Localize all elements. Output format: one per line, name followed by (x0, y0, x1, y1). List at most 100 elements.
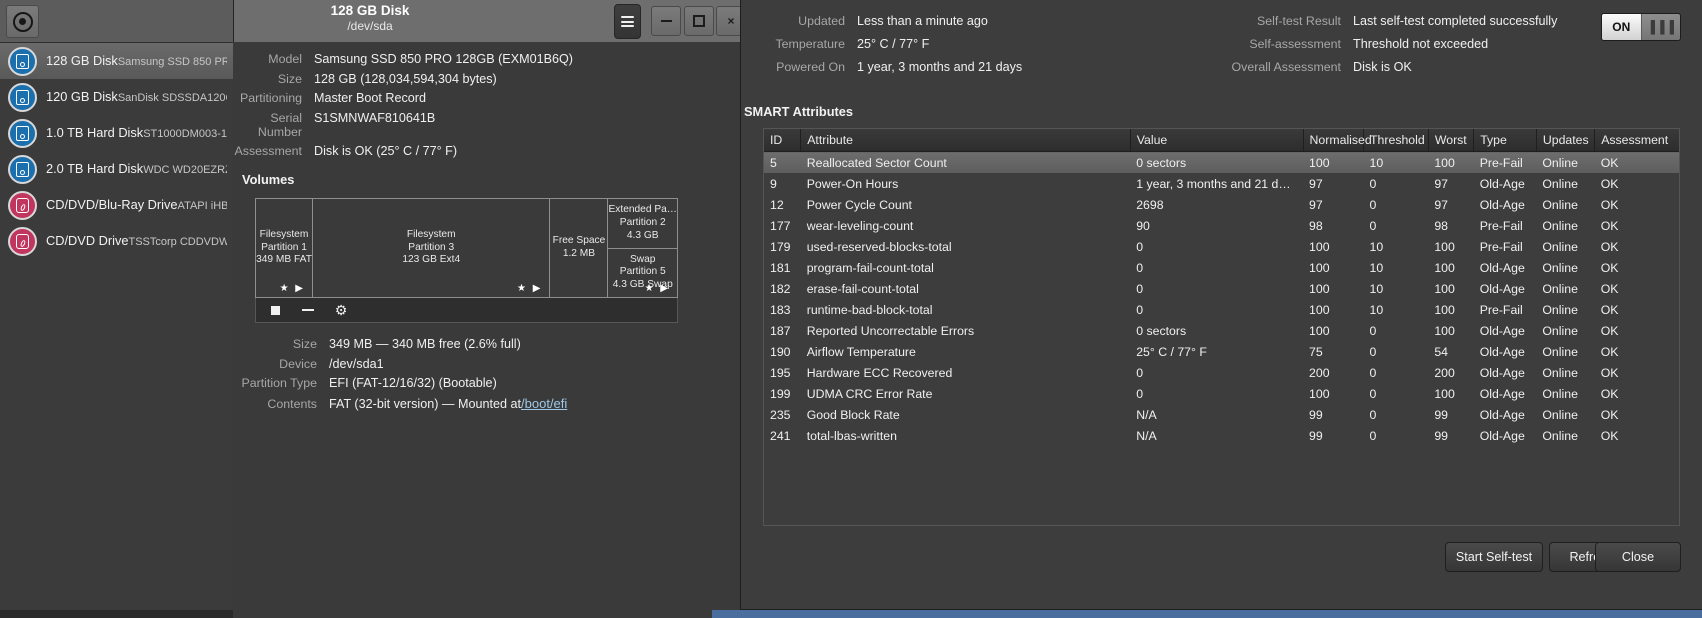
partition-segment[interactable]: SwapPartition 54.3 GB Swap★ ▶ (608, 249, 677, 298)
column-header[interactable]: Assessment (1595, 129, 1679, 152)
table-row[interactable]: 183runtime-bad-block-total010010100Pre-F… (764, 299, 1679, 320)
disks-app-icon[interactable] (6, 5, 39, 38)
cell-assessment: OK (1595, 299, 1679, 320)
disk-list-item[interactable]: CD/DVD DriveTSSTcorp CDDVDW SH-224DB (0, 223, 233, 259)
table-row[interactable]: 187Reported Uncorrectable Errors0 sector… (764, 320, 1679, 341)
column-header[interactable]: Worst (1428, 129, 1473, 152)
cell-assessment: OK (1595, 257, 1679, 278)
cell-id: 199 (764, 383, 801, 404)
column-header[interactable]: Updates (1536, 129, 1594, 152)
table-row[interactable]: 199UDMA CRC Error Rate01000100Old-AgeOnl… (764, 383, 1679, 404)
cell-threshold: 10 (1364, 236, 1429, 257)
property-label: Size (233, 337, 329, 351)
cell-attribute: Power Cycle Count (801, 194, 1130, 215)
table-row[interactable]: 195Hardware ECC Recovered02000200Old-Age… (764, 362, 1679, 383)
hamburger-menu-icon[interactable] (614, 4, 641, 39)
partition-property-row: ContentsFAT (32-bit version) — Mounted a… (233, 396, 740, 411)
partition-label: Extended Pa…Partition 24.3 GB (608, 204, 677, 242)
cell-type: Old-Age (1474, 278, 1537, 299)
cell-updates: Online (1536, 404, 1594, 425)
smart-summary-label: Powered On (741, 60, 857, 74)
property-label: Assessment (233, 144, 314, 158)
table-row[interactable]: 9Power-On Hours1 year, 3 months and 21 d… (764, 173, 1679, 194)
column-header[interactable]: Attribute (801, 129, 1130, 152)
delete-partition-button[interactable] (300, 302, 316, 318)
column-header[interactable]: Type (1474, 129, 1537, 152)
cell-id: 12 (764, 194, 801, 215)
cell-attribute: Power-On Hours (801, 173, 1130, 194)
table-row[interactable]: 179used-reserved-blocks-total010010100Pr… (764, 236, 1679, 257)
column-header[interactable]: Normalised (1303, 129, 1363, 152)
cell-updates: Online (1536, 236, 1594, 257)
cell-worst: 99 (1428, 425, 1473, 446)
cell-worst: 54 (1428, 341, 1473, 362)
disk-list-item[interactable]: 2.0 TB Hard DiskWDC WD20EZRZ-00Z5HB0 (0, 151, 233, 187)
cell-attribute: program-fail-count-total (801, 257, 1130, 278)
cell-threshold: 10 (1364, 278, 1429, 299)
cell-normalised: 200 (1303, 362, 1363, 383)
column-header[interactable]: Threshold (1364, 129, 1429, 152)
partition-flags-icon: ★ ▶ (645, 283, 670, 296)
cell-assessment: OK (1595, 278, 1679, 299)
table-row[interactable]: 190Airflow Temperature25° C / 77° F75054… (764, 341, 1679, 362)
cell-worst: 99 (1428, 404, 1473, 425)
cell-type: Pre-Fail (1474, 299, 1537, 320)
mount-point-link[interactable]: /boot/efi (521, 396, 567, 411)
property-value: EFI (FAT-12/16/32) (Bootable) (329, 376, 497, 390)
disk-list-item[interactable]: CD/DVD/Blu-Ray DriveATAPI iHBS312 2 (0, 187, 233, 223)
cell-threshold: 0 (1364, 425, 1429, 446)
cell-value: 0 (1130, 278, 1303, 299)
partition-segment[interactable]: Free Space1.2 MB (550, 199, 608, 297)
close-window-button[interactable]: × (716, 6, 740, 36)
partition-label-line: Partition 2 (608, 217, 677, 230)
partition-flags-icon: ★ ▶ (280, 283, 305, 296)
table-row[interactable]: 177wear-leveling-count9098098Pre-FailOnl… (764, 215, 1679, 236)
cell-assessment: OK (1595, 215, 1679, 236)
minimize-button[interactable] (651, 6, 681, 36)
property-value: FAT (32-bit version) — Mounted at (329, 397, 521, 411)
disk-property-row: AssessmentDisk is OK (25° C / 77° F) (233, 144, 740, 158)
cell-value: 0 (1130, 383, 1303, 404)
volume-options-button[interactable]: ⚙ (333, 302, 349, 318)
close-dialog-button[interactable]: Close (1595, 542, 1681, 572)
smart-summary-value: 1 year, 3 months and 21 days (857, 60, 1022, 74)
partition-segment[interactable]: FilesystemPartition 3123 GB Ext4★ ▶ (313, 199, 550, 297)
disk-list-item[interactable]: 128 GB DiskSamsung SSD 850 PRO 128GB (0, 43, 233, 79)
table-row[interactable]: 182erase-fail-count-total010010100Old-Ag… (764, 278, 1679, 299)
cell-assessment: OK (1595, 383, 1679, 404)
cell-updates: Online (1536, 341, 1594, 362)
cell-attribute: UDMA CRC Error Rate (801, 383, 1130, 404)
column-header[interactable]: Value (1130, 129, 1303, 152)
table-row[interactable]: 5Reallocated Sector Count0 sectors100101… (764, 152, 1679, 174)
cell-worst: 100 (1428, 299, 1473, 320)
cell-id: 181 (764, 257, 801, 278)
table-row[interactable]: 241total-lbas-writtenN/A99099Old-AgeOnli… (764, 425, 1679, 446)
disk-list-item[interactable]: 1.0 TB Hard DiskST1000DM003-1CH162 (0, 115, 233, 151)
partition-segment[interactable]: Extended Pa…Partition 24.3 GB (608, 199, 677, 249)
start-selftest-button[interactable]: Start Self-test (1445, 542, 1543, 572)
smart-summary-value: 25° C / 77° F (857, 37, 929, 51)
smart-summary-label: Overall Assessment (1131, 60, 1353, 74)
column-header[interactable]: ID (764, 129, 801, 152)
partition-label-line: Extended Pa… (608, 204, 677, 217)
table-row[interactable]: 235Good Block RateN/A99099Old-AgeOnlineO… (764, 404, 1679, 425)
stop-icon (271, 306, 280, 315)
smart-enabled-toggle[interactable]: ON ▐▐▐ (1601, 13, 1681, 41)
partition-segment[interactable]: FilesystemPartition 1349 MB FAT★ ▶ (256, 199, 313, 297)
smart-summary-row: UpdatedLess than a minute ago (741, 14, 1131, 28)
cell-threshold: 10 (1364, 152, 1429, 174)
disk-list-item[interactable]: 120 GB DiskSanDisk SDSSDA120G (0, 79, 233, 115)
minus-icon (661, 20, 672, 22)
unmount-volume-button[interactable] (267, 302, 283, 318)
table-row[interactable]: 181program-fail-count-total010010100Old-… (764, 257, 1679, 278)
smart-summary-label: Updated (741, 14, 857, 28)
table-body: 5Reallocated Sector Count0 sectors100101… (764, 152, 1679, 447)
cell-threshold: 10 (1364, 299, 1429, 320)
cell-value: 0 (1130, 299, 1303, 320)
maximize-button[interactable] (684, 6, 714, 36)
smart-summary-row: Self-test ResultLast self-test completed… (1131, 14, 1591, 28)
cell-worst: 100 (1428, 257, 1473, 278)
smart-attributes-table-container[interactable]: IDAttributeValueNormalisedThresholdWorst… (763, 128, 1680, 526)
table-row[interactable]: 12Power Cycle Count269897097Old-AgeOnlin… (764, 194, 1679, 215)
property-label: Partitioning (233, 91, 314, 105)
